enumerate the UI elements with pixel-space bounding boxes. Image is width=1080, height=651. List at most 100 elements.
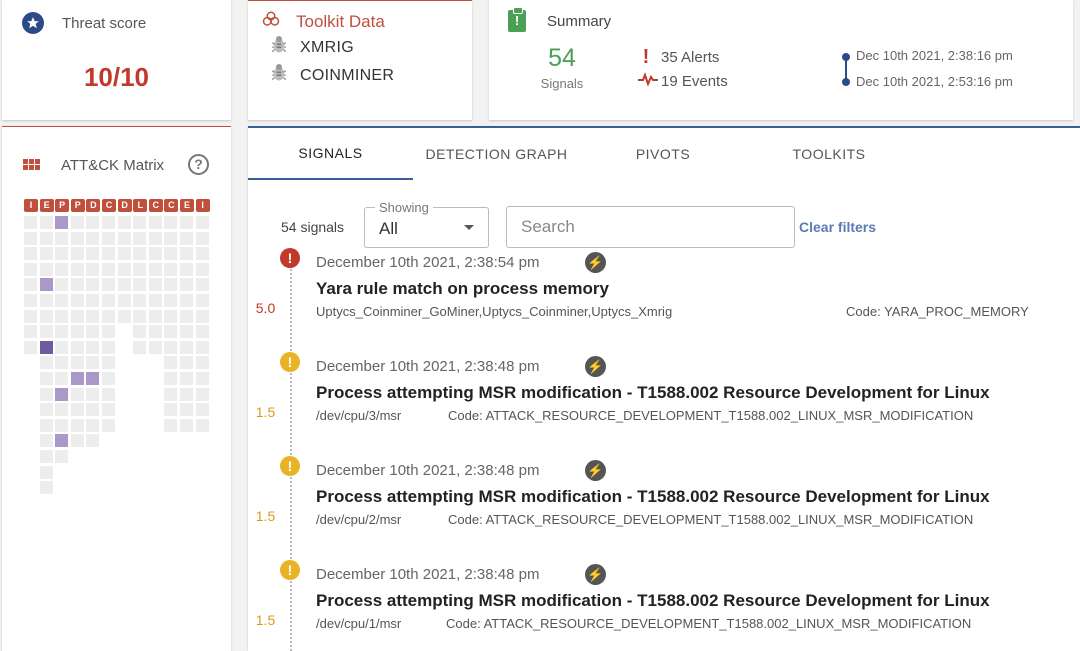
bolt-icon[interactable]: ⚡ <box>585 356 606 377</box>
technique-cell[interactable] <box>102 309 115 323</box>
technique-cell[interactable] <box>180 340 193 354</box>
technique-cell[interactable] <box>102 325 115 339</box>
technique-cell[interactable] <box>86 356 100 370</box>
technique-cell[interactable] <box>180 216 193 229</box>
tactic-header[interactable]: P <box>55 199 70 212</box>
technique-cell[interactable] <box>70 434 84 448</box>
technique-cell[interactable] <box>180 309 193 323</box>
technique-cell[interactable] <box>24 309 37 323</box>
technique-cell[interactable] <box>39 340 53 354</box>
technique-cell[interactable] <box>86 372 100 385</box>
technique-cell[interactable] <box>117 294 131 307</box>
technique-cell[interactable] <box>70 216 84 229</box>
toolkit-item[interactable]: XMRIG <box>270 35 354 60</box>
tactic-header[interactable]: C <box>164 199 179 212</box>
technique-cell[interactable] <box>164 231 178 245</box>
signal-title[interactable]: Yara rule match on process memory <box>316 279 609 299</box>
technique-cell[interactable] <box>55 325 69 339</box>
tactic-header[interactable]: D <box>86 199 101 212</box>
technique-cell[interactable] <box>86 309 100 323</box>
technique-cell[interactable] <box>195 372 209 385</box>
signal-title[interactable]: Process attempting MSR modification - T1… <box>316 487 990 507</box>
technique-cell[interactable] <box>39 216 53 229</box>
tab-toolkits[interactable]: TOOLKITS <box>746 128 912 180</box>
tactic-header[interactable]: I <box>24 199 38 212</box>
technique-cell[interactable] <box>180 403 193 417</box>
technique-cell[interactable] <box>39 309 53 323</box>
technique-cell[interactable] <box>55 294 69 307</box>
technique-cell[interactable] <box>180 262 193 276</box>
technique-cell[interactable] <box>86 340 100 354</box>
technique-cell[interactable] <box>86 247 100 261</box>
technique-cell[interactable] <box>24 294 37 307</box>
tactic-header[interactable]: I <box>195 199 210 212</box>
technique-cell[interactable] <box>164 262 178 276</box>
technique-cell[interactable] <box>133 216 147 229</box>
tactic-header[interactable]: E <box>180 199 194 212</box>
signal-title[interactable]: Process attempting MSR modification - T1… <box>316 383 990 403</box>
technique-cell[interactable] <box>195 340 209 354</box>
signal-title[interactable]: Process attempting MSR modification - T1… <box>316 591 990 611</box>
technique-cell[interactable] <box>180 356 193 370</box>
technique-cell[interactable] <box>148 231 162 245</box>
technique-cell[interactable] <box>180 278 193 292</box>
technique-cell[interactable] <box>39 418 53 432</box>
technique-cell[interactable] <box>55 309 69 323</box>
technique-cell[interactable] <box>102 372 115 385</box>
technique-cell[interactable] <box>148 216 162 229</box>
toolkit-item[interactable]: COINMINER <box>270 63 394 88</box>
technique-cell[interactable] <box>70 418 84 432</box>
technique-cell[interactable] <box>195 403 209 417</box>
technique-cell[interactable] <box>86 434 100 448</box>
technique-cell[interactable] <box>70 356 84 370</box>
technique-cell[interactable] <box>70 278 84 292</box>
technique-cell[interactable] <box>86 294 100 307</box>
technique-cell[interactable] <box>195 247 209 261</box>
technique-cell[interactable] <box>133 247 147 261</box>
technique-cell[interactable] <box>70 231 84 245</box>
technique-cell[interactable] <box>55 372 69 385</box>
technique-cell[interactable] <box>39 356 53 370</box>
technique-cell[interactable] <box>195 216 209 229</box>
technique-cell[interactable] <box>55 247 69 261</box>
bolt-icon[interactable]: ⚡ <box>585 460 606 481</box>
technique-cell[interactable] <box>164 340 178 354</box>
technique-cell[interactable] <box>180 294 193 307</box>
technique-cell[interactable] <box>148 309 162 323</box>
technique-cell[interactable] <box>133 325 147 339</box>
technique-cell[interactable] <box>164 403 178 417</box>
technique-cell[interactable] <box>164 294 178 307</box>
tactic-header[interactable]: P <box>70 199 85 212</box>
technique-cell[interactable] <box>164 325 178 339</box>
technique-cell[interactable] <box>133 262 147 276</box>
tab-pivots[interactable]: PIVOTS <box>580 128 746 180</box>
technique-cell[interactable] <box>195 294 209 307</box>
technique-cell[interactable] <box>133 294 147 307</box>
technique-cell[interactable] <box>133 231 147 245</box>
technique-cell[interactable] <box>133 309 147 323</box>
technique-cell[interactable] <box>164 418 178 432</box>
technique-cell[interactable] <box>164 356 178 370</box>
technique-cell[interactable] <box>24 262 37 276</box>
technique-cell[interactable] <box>102 340 115 354</box>
technique-cell[interactable] <box>24 340 37 354</box>
technique-cell[interactable] <box>55 340 69 354</box>
technique-cell[interactable] <box>24 231 37 245</box>
technique-cell[interactable] <box>55 403 69 417</box>
technique-cell[interactable] <box>102 278 115 292</box>
showing-select[interactable]: Showing All <box>364 200 489 248</box>
technique-cell[interactable] <box>148 247 162 261</box>
technique-cell[interactable] <box>195 418 209 432</box>
technique-cell[interactable] <box>148 340 162 354</box>
technique-cell[interactable] <box>70 403 84 417</box>
technique-cell[interactable] <box>180 325 193 339</box>
tactic-header[interactable]: L <box>133 199 148 212</box>
technique-cell[interactable] <box>86 278 100 292</box>
technique-cell[interactable] <box>86 262 100 276</box>
technique-cell[interactable] <box>148 294 162 307</box>
technique-cell[interactable] <box>70 325 84 339</box>
technique-cell[interactable] <box>24 247 37 261</box>
technique-cell[interactable] <box>102 262 115 276</box>
technique-cell[interactable] <box>148 325 162 339</box>
technique-cell[interactable] <box>24 278 37 292</box>
